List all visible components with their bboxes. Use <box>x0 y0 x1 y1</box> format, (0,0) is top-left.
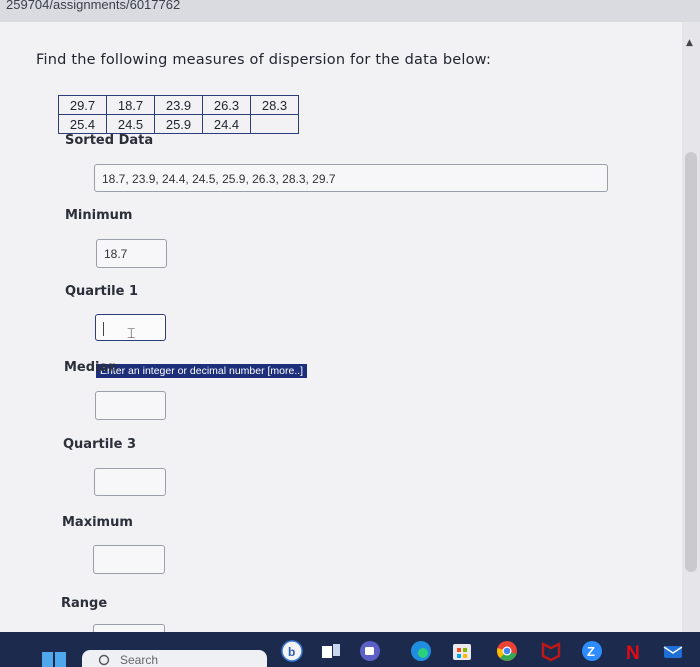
assignment-page: Find the following measures of dispersio… <box>0 22 682 636</box>
data-table: 29.7 18.7 23.9 26.3 28.3 25.4 24.5 25.9 24.4 <box>58 95 299 134</box>
search-icon <box>98 654 110 666</box>
mail-icon[interactable] <box>662 640 684 662</box>
sorted-data-field[interactable]: 18.7, 23.9, 24.4, 24.5, 25.9, 26.3, 28.3… <box>94 164 608 192</box>
mcafee-icon[interactable] <box>540 640 562 662</box>
taskbar-search[interactable]: Search <box>82 650 267 667</box>
data-table-cell: 23.9 <box>154 95 203 115</box>
ibeam-cursor-icon: ⌶ <box>127 325 136 341</box>
median-label: Median <box>64 360 118 375</box>
data-table-cell: 29.7 <box>58 95 107 115</box>
store-icon[interactable] <box>451 640 473 662</box>
windows-start-icon[interactable] <box>42 652 66 667</box>
svg-text:Z: Z <box>587 644 595 659</box>
edge-icon[interactable] <box>410 640 432 662</box>
minimum-field[interactable]: 18.7 <box>96 239 167 268</box>
svg-text:N: N <box>626 643 640 662</box>
data-table-row: 25.4 24.5 25.9 24.4 <box>58 114 299 134</box>
zoom-icon[interactable]: Z <box>581 640 603 662</box>
bing-icon[interactable]: b <box>281 640 303 662</box>
quartile-3-input[interactable] <box>94 468 166 496</box>
median-input[interactable] <box>95 391 166 420</box>
quartile-1-input[interactable]: ⌶ <box>95 314 166 341</box>
data-table-cell: 24.4 <box>202 114 251 134</box>
sorted-data-label: Sorted Data <box>65 133 154 148</box>
text-caret <box>103 322 104 336</box>
quartile-3-label: Quartile 3 <box>63 437 137 452</box>
task-view-icon[interactable] <box>320 640 342 662</box>
browser-url-bar[interactable]: 259704/assignments/6017762 <box>0 0 700 22</box>
maximum-input[interactable] <box>93 545 165 574</box>
range-label: Range <box>61 596 108 611</box>
url-text: 259704/assignments/6017762 <box>6 0 181 12</box>
search-placeholder: Search <box>120 653 159 667</box>
windows-taskbar: Search b Z N <box>0 632 700 667</box>
sorted-data-value: 18.7, 23.9, 24.4, 24.5, 25.9, 26.3, 28.3… <box>102 172 336 186</box>
data-table-cell <box>250 114 299 134</box>
scroll-up-icon[interactable]: ▲ <box>686 38 693 48</box>
minimum-value: 18.7 <box>104 247 128 261</box>
data-table-cell: 26.3 <box>202 95 251 115</box>
maximum-label: Maximum <box>62 515 133 530</box>
question-heading: Find the following measures of dispersio… <box>36 52 492 68</box>
netflix-icon[interactable]: N <box>622 640 644 662</box>
data-table-cell: 28.3 <box>250 95 299 115</box>
data-table-cell: 25.9 <box>154 114 203 134</box>
quartile-1-label: Quartile 1 <box>65 284 139 299</box>
svg-text:b: b <box>288 645 295 659</box>
data-table-cell: 18.7 <box>106 95 155 115</box>
chrome-icon[interactable] <box>496 640 518 662</box>
data-table-cell: 24.5 <box>106 114 155 134</box>
scroll-thumb[interactable] <box>685 152 697 572</box>
data-table-cell: 25.4 <box>58 114 107 134</box>
input-hint-tooltip[interactable]: Enter an integer or decimal number [more… <box>96 364 308 378</box>
data-table-row: 29.7 18.7 23.9 26.3 28.3 <box>58 95 299 115</box>
minimum-label: Minimum <box>65 208 133 223</box>
page-scrollbar[interactable]: ▲ <box>682 22 700 632</box>
teams-icon[interactable] <box>359 640 381 662</box>
